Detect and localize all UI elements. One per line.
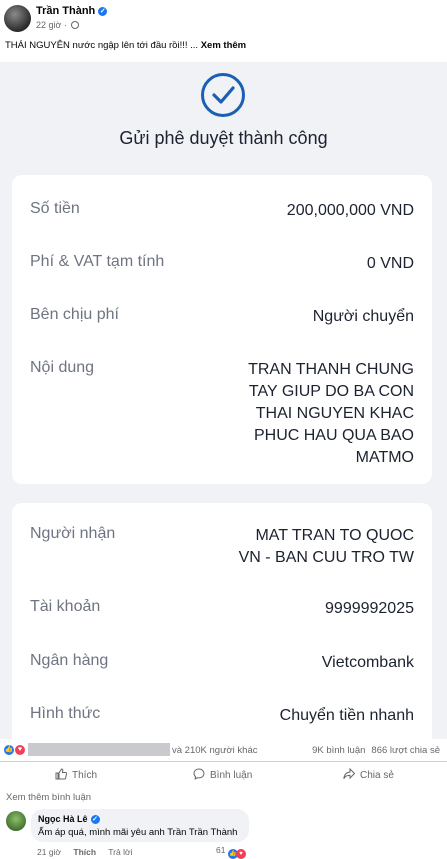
verified-badge-icon: ✓ [90,815,100,824]
reactions-bar: ♥ 👍 và 210K người khác 9K bình luận 866 l… [0,739,447,761]
author-avatar[interactable] [4,5,31,32]
comment-icon [193,768,205,780]
bank-label: Ngân hàng [30,652,109,669]
check-circle-icon [201,73,245,117]
comment-text: Ấm áp quá, mình mãi yêu anh Trần Trần Th… [38,827,238,838]
share-button[interactable]: Chia sẻ [343,768,394,781]
bank-value: Vietcombank [321,654,414,671]
fee-payer-label: Bên chịu phí [30,306,119,323]
post-header: Trần Thành ✓ 22 giờ · [0,0,447,40]
fee-payer-value: Người chuyển [312,308,414,325]
recipient-line: MAT TRAN TO QUOC [255,527,414,544]
commenter-name-text[interactable]: Ngọc Hà Lê [38,814,88,824]
comment-like-button[interactable]: Thích [73,847,96,857]
see-more-link[interactable]: Xem thêm [201,40,246,51]
post-actions: Thích Bình luận Chia sẻ [0,761,447,787]
account-value: 9999992025 [325,600,414,617]
like-reaction-icon[interactable]: 👍 [3,744,15,756]
redacted-names [28,743,170,756]
fee-label: Phí & VAT tạm tính [30,253,165,270]
share-arrow-icon [343,768,355,780]
comment-meta: 21 giờ Thích Trả lời [37,847,142,857]
comments-count[interactable]: 9K bình luận [312,745,365,756]
content-line: TAY GIUP DO BA CON [248,383,414,400]
content-line: TRAN THANH CHUNG [248,361,414,378]
verified-badge-icon: ✓ [98,7,108,16]
love-reaction-icon: ♥ [235,849,246,859]
comment-button[interactable]: Bình luận [193,768,252,781]
author-name[interactable]: Trần Thành ✓ [36,5,108,17]
content-line: MATMO [355,449,414,466]
commenter-name[interactable]: Ngọc Hà Lê ✓ [38,814,100,824]
content-value: TRAN THANH CHUNG TAY GIUP DO BA CON THAI… [248,359,414,469]
content-line: PHUC HAU QUA BAO [253,427,414,444]
amount-label: Số tiền [30,200,80,217]
method-value: Chuyển tiền nhanh [279,707,414,724]
receipt-card-payment: Số tiền 200,000,000 VND Phí & VAT tạm tí… [12,175,432,484]
receipt-title: Gửi phê duyệt thành công [119,128,328,148]
account-label: Tài khoản [30,598,101,615]
author-name-text[interactable]: Trần Thành [36,5,95,17]
post-caption: THÁI NGUYÊN nước ngập lên tới đầu rồi!!!… [5,40,246,51]
share-label: Chia sẻ [360,770,394,781]
like-label: Thích [72,770,98,781]
content-line: THAI NGUYEN KHAC [255,405,414,422]
post-meta: 22 giờ · [36,20,80,30]
engagement-counts: 9K bình luận 866 lượt chia sẻ [312,745,440,756]
like-button[interactable]: Thích [55,768,97,781]
globe-icon [71,21,80,29]
comment-time[interactable]: 21 giờ [37,847,61,857]
fee-value: 0 VND [366,255,414,272]
thumbs-up-icon [55,768,67,780]
amount-value: 200,000,000 VND [286,202,414,219]
comment-reaction-count: 61 [216,845,226,855]
comment-label: Bình luận [210,770,253,781]
post-time[interactable]: 22 giờ · [36,20,67,30]
caption-text: THÁI NGUYÊN nước ngập lên tới đầu rồi!!!… [5,40,199,51]
receipt-card-recipient: Người nhận MAT TRAN TO QUOC VN - BAN CUU… [12,503,432,739]
commenter-avatar[interactable] [6,811,26,831]
recipient-value: MAT TRAN TO QUOC VN - BAN CUU TRO TW [239,525,414,569]
love-reaction-icon[interactable]: ♥ [14,744,26,756]
content-label: Nội dung [30,359,95,376]
shares-count[interactable]: 866 lượt chia sẻ [371,745,440,756]
reactions-count[interactable]: và 210K người khác [172,745,257,756]
see-more-comments-link[interactable]: Xem thêm bình luận [6,792,91,803]
comment-reply-button[interactable]: Trả lời [108,847,132,857]
recipient-label: Người nhận [30,525,116,542]
post-image[interactable]: Gửi phê duyệt thành công Số tiền 200,000… [0,62,447,739]
method-label: Hình thức [30,705,101,722]
comment-bubble: Ngọc Hà Lê ✓ Ấm áp quá, mình mãi yêu anh … [31,809,249,842]
recipient-line: VN - BAN CUU TRO TW [238,549,414,566]
